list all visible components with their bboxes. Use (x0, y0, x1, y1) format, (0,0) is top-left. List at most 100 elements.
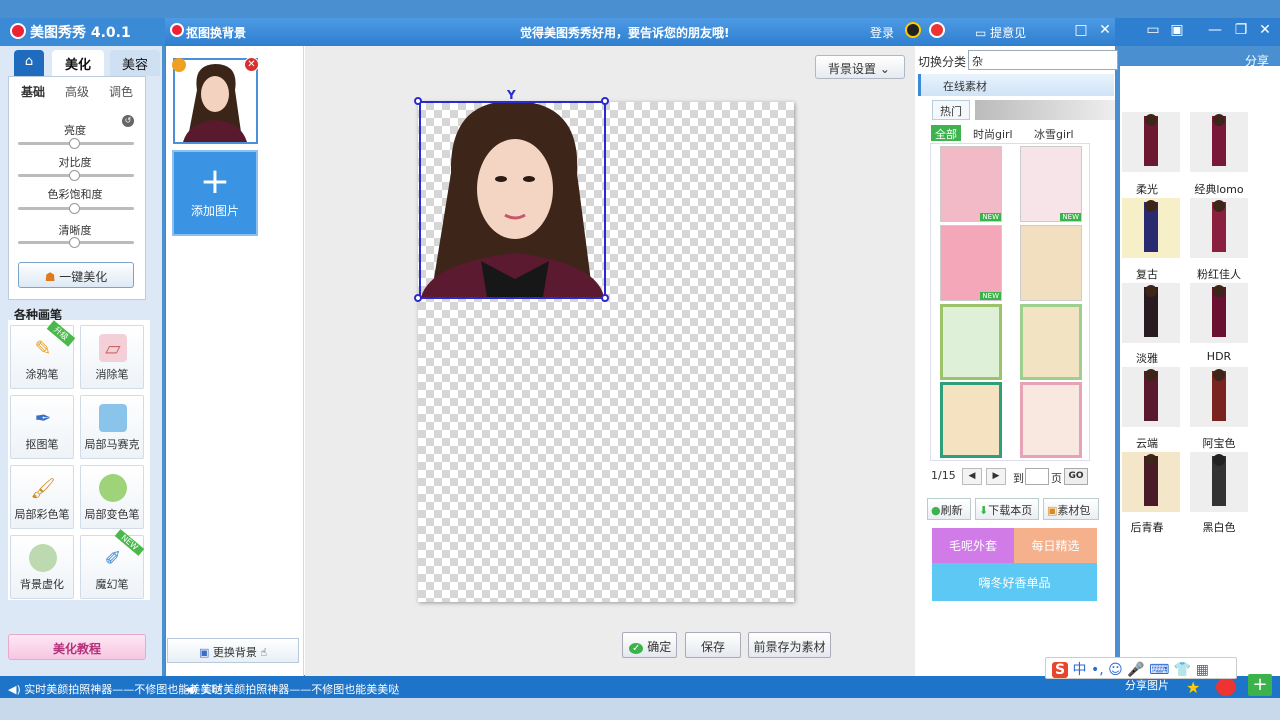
share-picture-link[interactable]: 分享图片 (1125, 677, 1169, 693)
one-key-label: 一键美化 (59, 270, 108, 284)
close-icon[interactable]: ✕ (1096, 21, 1114, 39)
resize-handle[interactable] (414, 294, 422, 302)
tutorial-button[interactable]: 美化教程 (8, 634, 146, 660)
chat-bubble-icon[interactable]: ▭ (1144, 21, 1162, 39)
tab-beautify[interactable]: 美化 (52, 50, 104, 76)
qq-icon[interactable] (905, 22, 921, 38)
sogou-icon: S (1052, 662, 1069, 678)
change-background-button[interactable]: ▣ 更换背景 ☝ (167, 638, 299, 663)
eraser-icon: ▱ (99, 334, 127, 362)
close-icon[interactable]: ✕ (1256, 21, 1274, 39)
login-link[interactable]: 登录 (870, 24, 894, 41)
effect-thumb[interactable] (1122, 367, 1180, 427)
prev-page-icon[interactable]: ◀ (962, 468, 982, 485)
color-brush-icon: 🖌 (30, 476, 56, 500)
tool-color-brush[interactable]: 🖌 局部彩色笔 (10, 465, 74, 529)
tool-magic-pen[interactable]: ✐ NEW 魔幻笔 (80, 529, 145, 599)
effect-thumb[interactable] (1122, 112, 1180, 172)
tool-mosaic[interactable]: 局部马赛克 (80, 395, 144, 459)
resize-handle[interactable] (601, 97, 609, 105)
paint-bucket-icon (99, 474, 127, 502)
category-all[interactable]: 全部 (931, 125, 961, 141)
ok-button[interactable]: ✓ 确定 (622, 632, 677, 658)
material-thumb[interactable] (940, 304, 1002, 380)
page-suffix: 页 (1051, 472, 1062, 485)
effect-thumb[interactable] (1122, 198, 1180, 258)
tool-recolor-pen[interactable]: 局部变色笔 (80, 465, 144, 529)
tool-label: 抠图笔 (25, 438, 59, 451)
rotate-handle-icon[interactable]: Y (507, 88, 516, 102)
remove-image-icon[interactable]: ✕ (244, 57, 259, 72)
tab-face[interactable]: 美容 (110, 50, 160, 76)
material-thumb[interactable]: NEW (1020, 146, 1082, 222)
slider-knob[interactable] (69, 237, 80, 248)
material-thumb[interactable] (1020, 382, 1082, 458)
subtab-basic[interactable]: 基础 (12, 80, 54, 102)
new-tag: NEW (980, 213, 1001, 221)
material-thumb[interactable] (1020, 304, 1082, 380)
material-thumb[interactable] (940, 382, 1002, 458)
effect-label: 复古 (1136, 268, 1158, 281)
tool-cutout-pen[interactable]: ✒ 抠图笔 (10, 395, 74, 459)
effect-thumb[interactable] (1190, 452, 1248, 512)
effect-thumb[interactable] (1190, 112, 1248, 172)
maximize-icon[interactable]: ❐ (1232, 21, 1250, 39)
foreground-photo[interactable] (419, 101, 606, 299)
slider-knob[interactable] (69, 170, 80, 181)
page-input[interactable] (1025, 468, 1049, 485)
category-fashion-girl[interactable]: 时尚girl (969, 125, 1017, 141)
minimize-icon[interactable]: — (1206, 21, 1224, 39)
tool-doodle-pen[interactable]: ✎ 升级 涂鸦笔 (10, 320, 76, 389)
effect-thumb[interactable] (1122, 452, 1180, 512)
effect-thumb[interactable] (1122, 283, 1180, 343)
portrait-image (421, 103, 604, 297)
next-page-icon[interactable]: ▶ (986, 468, 1006, 485)
effect-thumb[interactable] (1190, 198, 1248, 258)
model-figure (1212, 285, 1226, 337)
tab-online-materials[interactable]: 在线素材 (918, 74, 1114, 96)
shirt-icon: 👕 (1173, 662, 1192, 678)
model-figure (1212, 114, 1226, 166)
slider-knob[interactable] (69, 138, 80, 149)
ime-toolbar[interactable]: S 中 •, ☺ 🎤 ⌨ 👕 ▦ (1045, 657, 1237, 679)
background-settings-button[interactable]: 背景设置 ⌄ (815, 55, 905, 79)
portrait-thumb (175, 60, 256, 142)
cutout-pen-icon: ✒ (34, 406, 52, 430)
tab-hot[interactable]: 热门 (932, 100, 970, 120)
weibo-share-icon[interactable] (1216, 678, 1236, 696)
tool-bg-blur[interactable]: 背景虚化 (10, 535, 74, 599)
star-icon[interactable]: ★ (1186, 678, 1206, 697)
go-button[interactable]: GO (1064, 468, 1088, 485)
material-pack-button[interactable]: ▣素材包 (1043, 498, 1099, 520)
window-icon[interactable]: ▣ (1168, 21, 1186, 39)
material-thumb[interactable] (1020, 225, 1082, 301)
tool-eraser-pen[interactable]: ▱ 消除笔 (80, 325, 144, 389)
resize-handle[interactable] (601, 294, 609, 302)
add-image-button[interactable]: + 添加图片 (172, 150, 258, 236)
model-figure (1144, 454, 1158, 506)
refresh-button[interactable]: ●刷新 (927, 498, 971, 520)
model-figure (1212, 454, 1226, 506)
promo-banner[interactable]: 毛呢外套 每日精选 嗨冬好香单品 (932, 528, 1097, 601)
material-thumb[interactable]: NEW (940, 225, 1002, 301)
subtab-advanced[interactable]: 高级 (56, 80, 98, 102)
effect-thumb[interactable] (1190, 283, 1248, 343)
subtab-color[interactable]: 调色 (100, 80, 142, 102)
material-thumb[interactable]: NEW (940, 146, 1002, 222)
image-thumbnail[interactable] (173, 58, 258, 144)
one-key-beautify-button[interactable]: ☗ 一键美化 (18, 262, 134, 288)
resize-handle[interactable] (414, 97, 422, 105)
download-page-button[interactable]: ⬇下载本页 (975, 498, 1039, 520)
restore-icon[interactable]: □ (1072, 21, 1090, 39)
effect-thumb[interactable] (1190, 367, 1248, 427)
weibo-icon[interactable] (929, 22, 945, 38)
category-select[interactable]: 杂 (968, 50, 1118, 70)
feedback-link[interactable]: ▭ 提意见 (975, 24, 1026, 41)
home-tab[interactable]: ⌂ (14, 50, 44, 76)
bottom-strip (0, 698, 1280, 720)
slider-knob[interactable] (69, 203, 80, 214)
category-ice-girl[interactable]: 冰雪girl (1030, 125, 1078, 141)
save-as-material-button[interactable]: 前景存为素材 (748, 632, 831, 658)
save-button[interactable]: 保存 (685, 632, 741, 658)
plus-icon[interactable]: + (1248, 674, 1272, 696)
